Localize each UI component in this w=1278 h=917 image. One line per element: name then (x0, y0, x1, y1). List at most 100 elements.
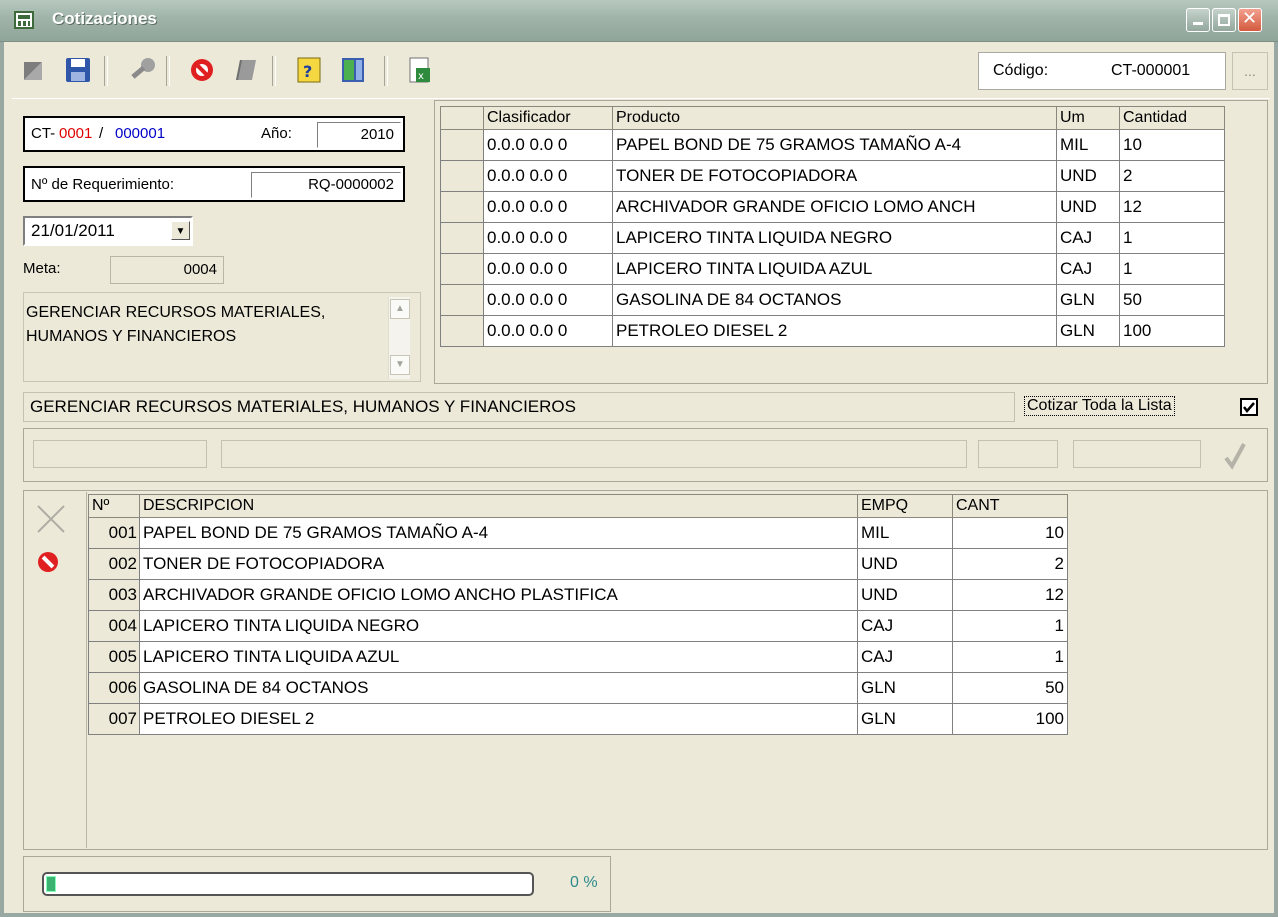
new-button[interactable] (16, 50, 52, 90)
req-cell-producto[interactable]: PETROLEO DIESEL 2 (612, 315, 1057, 347)
quote-cell-cant[interactable]: 2 (952, 548, 1068, 580)
req-col-clasificador[interactable]: Clasificador (483, 106, 613, 130)
quote-cell-num[interactable]: 001 (88, 517, 140, 549)
quote-cell-descripcion[interactable]: ARCHIVADOR GRANDE OFICIO LOMO ANCHO PLAS… (139, 579, 858, 611)
req-cell-clasificador[interactable]: 0.0.0 0.0 0 (483, 315, 613, 347)
quote-cell-num[interactable]: 007 (88, 703, 140, 735)
quote-col-cant[interactable]: CANT (952, 494, 1068, 518)
row-selector[interactable] (440, 222, 484, 254)
req-cell-clasificador[interactable]: 0.0.0 0.0 0 (483, 253, 613, 285)
entry-field-1[interactable] (33, 440, 207, 468)
entry-field-4[interactable] (1073, 440, 1201, 468)
row-selector[interactable] (440, 129, 484, 161)
exit-button[interactable] (336, 50, 372, 90)
edit-button[interactable] (228, 50, 264, 90)
quote-cell-descripcion[interactable]: LAPICERO TINTA LIQUIDA AZUL (139, 641, 858, 673)
req-grid[interactable]: Clasificador Producto Um Cantidad 0.0.0 … (440, 106, 1225, 347)
quote-col-descripcion[interactable]: DESCRIPCION (139, 494, 858, 518)
quote-grid-row[interactable]: 001 PAPEL BOND DE 75 GRAMOS TAMAÑO A-4 MIL… (88, 517, 1068, 549)
req-cell-cantidad[interactable]: 50 (1119, 284, 1225, 316)
req-col-um[interactable]: Um (1056, 106, 1120, 130)
anio-input[interactable]: 2010 (317, 122, 401, 148)
cancel-row-button[interactable] (36, 550, 62, 576)
quote-cell-num[interactable]: 005 (88, 641, 140, 673)
req-cell-producto[interactable]: ARCHIVADOR GRANDE OFICIO LOMO ANCH (612, 191, 1057, 223)
req-cell-cantidad[interactable]: 2 (1119, 160, 1225, 192)
quote-cell-descripcion[interactable]: TONER DE FOTOCOPIADORA (139, 548, 858, 580)
req-cell-um[interactable]: MIL (1056, 129, 1120, 161)
req-cell-producto[interactable]: GASOLINA DE 84 OCTANOS (612, 284, 1057, 316)
req-cell-um[interactable]: UND (1056, 191, 1120, 223)
req-grid-row[interactable]: 0.0.0 0.0 0 LAPICERO TINTA LIQUIDA AZUL CA… (440, 253, 1225, 285)
req-cell-clasificador[interactable]: 0.0.0 0.0 0 (483, 284, 613, 316)
quote-cell-cant[interactable]: 100 (952, 703, 1068, 735)
quote-cell-cant[interactable]: 12 (952, 579, 1068, 611)
save-button[interactable] (60, 50, 96, 90)
quote-grid[interactable]: Nº DESCRIPCION EMPQ CANT 001 PAPEL BOND D… (88, 494, 1068, 735)
req-cell-cantidad[interactable]: 1 (1119, 253, 1225, 285)
req-cell-um[interactable]: GLN (1056, 315, 1120, 347)
req-col-producto[interactable]: Producto (612, 106, 1057, 130)
req-cell-cantidad[interactable]: 100 (1119, 315, 1225, 347)
scrollbar[interactable]: ▲ ▼ (388, 297, 410, 379)
help-button[interactable]: ? (292, 50, 328, 90)
quote-grid-row[interactable]: 006 GASOLINA DE 84 OCTANOS GLN 50 (88, 672, 1068, 704)
req-cell-clasificador[interactable]: 0.0.0 0.0 0 (483, 222, 613, 254)
quote-cell-empq[interactable]: UND (857, 548, 953, 580)
req-cell-um[interactable]: GLN (1056, 284, 1120, 316)
delete-row-button[interactable] (34, 502, 68, 536)
quote-cell-cant[interactable]: 1 (952, 610, 1068, 642)
req-cell-um[interactable]: UND (1056, 160, 1120, 192)
entry-field-3[interactable] (978, 440, 1058, 468)
quote-cell-num[interactable]: 002 (88, 548, 140, 580)
requerimiento-input[interactable]: RQ-0000002 (251, 172, 401, 198)
req-cell-um[interactable]: CAJ (1056, 222, 1120, 254)
req-cell-producto[interactable]: LAPICERO TINTA LIQUIDA AZUL (612, 253, 1057, 285)
req-grid-row[interactable]: 0.0.0 0.0 0 LAPICERO TINTA LIQUIDA NEGRO C… (440, 222, 1225, 254)
quote-col-empq[interactable]: EMPQ (857, 494, 953, 518)
req-cell-producto[interactable]: TONER DE FOTOCOPIADORA (612, 160, 1057, 192)
chevron-down-icon[interactable]: ▼ (171, 221, 190, 240)
quote-cell-empq[interactable]: CAJ (857, 641, 953, 673)
req-cell-clasificador[interactable]: 0.0.0 0.0 0 (483, 129, 613, 161)
row-selector[interactable] (440, 191, 484, 223)
quote-cell-descripcion[interactable]: PAPEL BOND DE 75 GRAMOS TAMAÑO A-4 (139, 517, 858, 549)
req-cell-producto[interactable]: LAPICERO TINTA LIQUIDA NEGRO (612, 222, 1057, 254)
quote-cell-empq[interactable]: GLN (857, 703, 953, 735)
quote-grid-row[interactable]: 003 ARCHIVADOR GRANDE OFICIO LOMO ANCHO P… (88, 579, 1068, 611)
quote-cell-cant[interactable]: 50 (952, 672, 1068, 704)
cancel-button[interactable] (186, 50, 222, 90)
quote-grid-row[interactable]: 002 TONER DE FOTOCOPIADORA UND 2 (88, 548, 1068, 580)
scroll-up-icon[interactable]: ▲ (390, 299, 410, 319)
req-cell-producto[interactable]: PAPEL BOND DE 75 GRAMOS TAMAÑO A-4 (612, 129, 1057, 161)
quote-cell-empq[interactable]: MIL (857, 517, 953, 549)
req-grid-row[interactable]: 0.0.0 0.0 0 GASOLINA DE 84 OCTANOS GLN 50 (440, 284, 1225, 316)
quote-col-num[interactable]: Nº (88, 494, 140, 518)
entry-field-2[interactable] (221, 440, 967, 468)
quote-cell-descripcion[interactable]: LAPICERO TINTA LIQUIDA NEGRO (139, 610, 858, 642)
confirm-button[interactable] (1222, 440, 1248, 470)
cotizar-toda-lista-checkbox[interactable] (1240, 398, 1258, 416)
quote-cell-descripcion[interactable]: GASOLINA DE 84 OCTANOS (139, 672, 858, 704)
row-selector[interactable] (440, 315, 484, 347)
close-button[interactable]: ✕ (1238, 8, 1262, 32)
req-cell-clasificador[interactable]: 0.0.0 0.0 0 (483, 191, 613, 223)
fecha-picker[interactable]: 21/01/2011 ▼ (23, 216, 193, 246)
quote-cell-empq[interactable]: GLN (857, 672, 953, 704)
req-grid-row[interactable]: 0.0.0 0.0 0 ARCHIVADOR GRANDE OFICIO LOMO… (440, 191, 1225, 223)
req-cell-cantidad[interactable]: 12 (1119, 191, 1225, 223)
req-cell-um[interactable]: CAJ (1056, 253, 1120, 285)
quote-cell-descripcion[interactable]: PETROLEO DIESEL 2 (139, 703, 858, 735)
quote-cell-empq[interactable]: UND (857, 579, 953, 611)
req-grid-row[interactable]: 0.0.0 0.0 0 PAPEL BOND DE 75 GRAMOS TAMAÑ… (440, 129, 1225, 161)
scroll-down-icon[interactable]: ▼ (390, 355, 410, 375)
req-grid-row[interactable]: 0.0.0 0.0 0 PETROLEO DIESEL 2 GLN 100 (440, 315, 1225, 347)
quote-cell-empq[interactable]: CAJ (857, 610, 953, 642)
req-cell-cantidad[interactable]: 10 (1119, 129, 1225, 161)
meta-description-memo[interactable]: GERENCIAR RECURSOS MATERIALES, HUMANOS Y… (23, 292, 421, 382)
quote-cell-num[interactable]: 004 (88, 610, 140, 642)
quote-cell-cant[interactable]: 10 (952, 517, 1068, 549)
search-button[interactable] (124, 50, 160, 90)
maximize-button[interactable] (1212, 8, 1236, 32)
row-selector[interactable] (440, 160, 484, 192)
